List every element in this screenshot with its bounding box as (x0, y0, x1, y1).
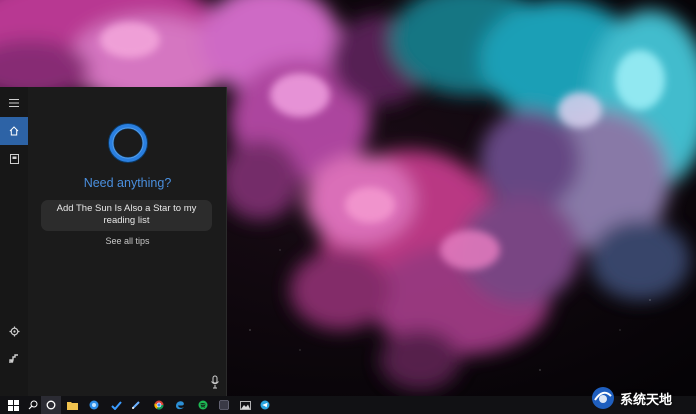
suggestion-tip-bubble[interactable]: Add The Sun Is Also a Star to my reading… (41, 200, 212, 231)
hamburger-menu-button[interactable] (0, 89, 28, 117)
dark-app-button[interactable] (214, 396, 234, 414)
windows-start-icon (7, 399, 19, 411)
app-icon-blue (89, 400, 99, 410)
todo-check-icon (110, 400, 122, 410)
file-explorer-button[interactable] (62, 396, 82, 414)
spotify-button[interactable] (193, 396, 213, 414)
watermark-text: 系统天地 (620, 391, 673, 407)
cortana-nav-rail (0, 87, 28, 396)
photos-button[interactable] (235, 396, 255, 414)
cortana-circle-icon (46, 400, 56, 410)
settings-button[interactable] (0, 317, 28, 345)
file-explorer-icon (66, 401, 78, 410)
feedback-icon (9, 354, 18, 363)
photos-icon (239, 400, 251, 410)
edge-icon (176, 401, 184, 410)
chrome-button[interactable] (149, 396, 169, 414)
app-icon-dark (219, 400, 229, 410)
hamburger-menu-icon (9, 99, 19, 107)
notebook-button[interactable] (0, 145, 28, 173)
cortana-heading: Need anything? (83, 176, 172, 190)
telegram-icon (260, 400, 270, 410)
microphone-icon[interactable] (208, 374, 222, 390)
chrome-icon (154, 400, 164, 410)
cortana-taskbar-button[interactable] (41, 396, 61, 414)
see-all-tips-link[interactable]: See all tips (28, 236, 227, 246)
start-button[interactable] (3, 396, 23, 414)
edge-button[interactable] (170, 396, 190, 414)
home-button[interactable] (0, 117, 28, 145)
app-button-blue[interactable] (84, 396, 104, 414)
taskbar-search-button[interactable] (23, 396, 43, 414)
system-logo-icon (592, 387, 614, 409)
edit-pen-icon (132, 401, 140, 409)
home-icon (9, 126, 19, 136)
edit-app-button[interactable] (126, 396, 146, 414)
settings-gear-icon (9, 326, 19, 336)
feedback-button[interactable] (0, 345, 28, 373)
spotify-icon (198, 400, 208, 410)
site-watermark: 系统天地 (590, 383, 672, 413)
search-icon (28, 400, 38, 410)
todo-button[interactable] (106, 396, 126, 414)
notebook-icon (9, 154, 19, 164)
cortana-orb-icon (108, 123, 148, 163)
telegram-button[interactable] (255, 396, 275, 414)
